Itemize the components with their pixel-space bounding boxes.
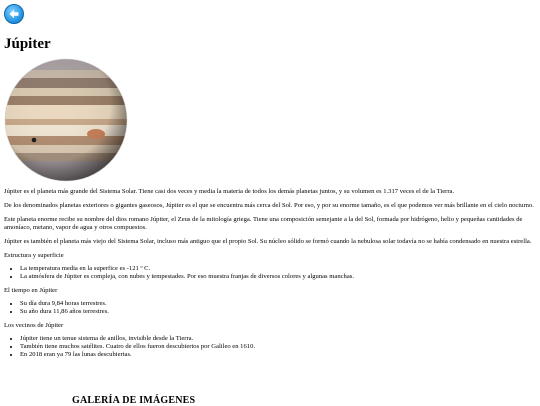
back-button[interactable]	[4, 4, 24, 24]
gallery-heading: GALERÍA DE IMÁGENES	[72, 395, 196, 406]
section-heading: Estructura y superficie	[4, 252, 64, 259]
jupiter-image	[4, 58, 128, 182]
section-heading: Los vecinos de Júpiter	[4, 322, 64, 329]
list-item: Júpiter tiene un tenue sistema de anillo…	[20, 335, 534, 343]
section-list: Su día dura 9,84 horas terrestres. Su añ…	[4, 300, 534, 316]
intro-paragraph: Júpiter es el planeta más grande del Sis…	[4, 188, 455, 195]
list-item: También tiene muchos satélites. Cuatro d…	[20, 343, 534, 351]
paragraph: Júpiter es también el planeta más viejo …	[4, 238, 532, 245]
section-list: La temperatura media en la superfice es …	[4, 265, 534, 281]
list-item: La temperatura media en la superfice es …	[20, 265, 534, 273]
list-item: Su día dura 9,84 horas terrestres.	[20, 300, 534, 308]
section-list: Júpiter tiene un tenue sistema de anillo…	[4, 335, 534, 359]
section-heading: El tiempo en Júpiter	[4, 287, 58, 294]
article-body: Júpiter es el planeta más grande del Sis…	[4, 188, 534, 365]
list-item: Su año dura 11,86 años terrestres.	[20, 308, 534, 316]
page-title: Júpiter	[4, 36, 51, 52]
list-item: En 2018 eran ya 79 las lunas descubierta…	[20, 351, 534, 359]
list-item: La atmósfera de Júpiter es compleja, con…	[20, 273, 534, 281]
paragraph: De los denominados planetas exteriores o…	[4, 202, 534, 209]
back-arrow-icon	[9, 9, 19, 19]
paragraph: Este planeta enorme recibe su nombre del…	[4, 216, 523, 231]
